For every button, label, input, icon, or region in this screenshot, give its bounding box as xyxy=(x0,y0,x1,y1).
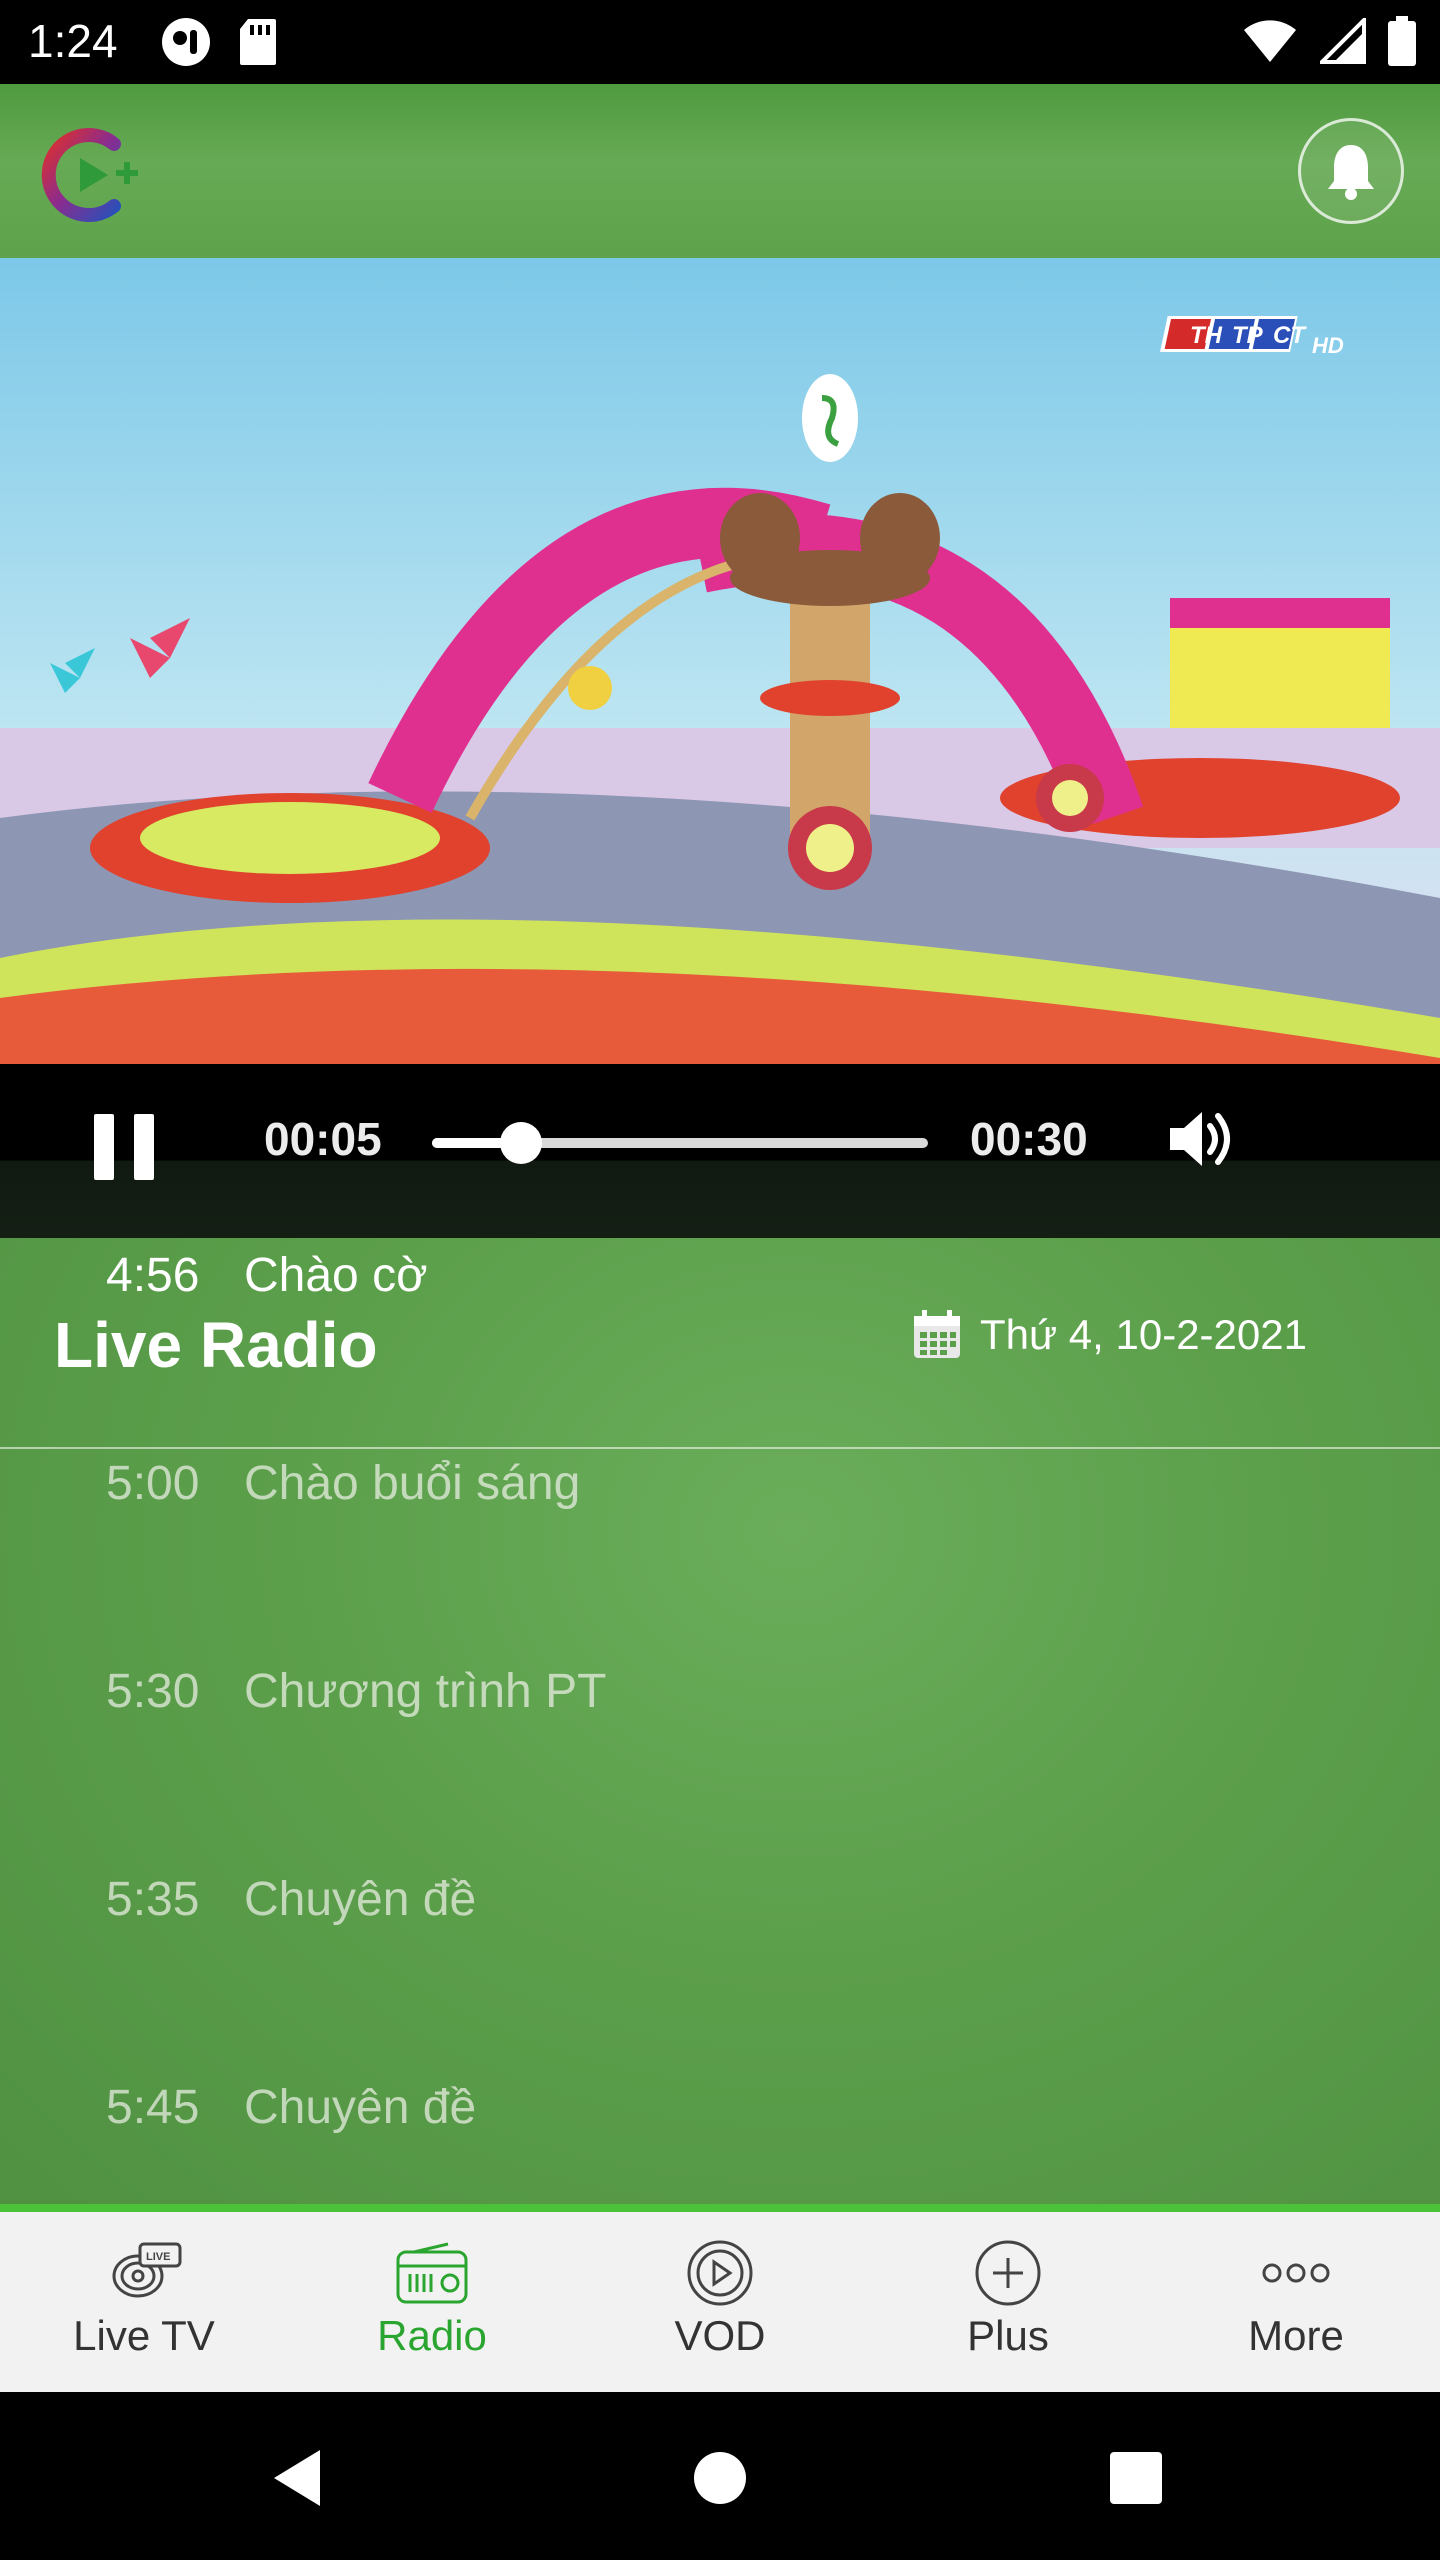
nav-item-plus[interactable]: Plus xyxy=(864,2212,1152,2392)
schedule-item-current[interactable]: 4:56 Chào cờ xyxy=(106,1248,428,1303)
pause-button[interactable] xyxy=(94,1114,158,1188)
plus-circle-icon xyxy=(975,2240,1041,2306)
schedule-item[interactable]: 5:00 Chào buổi sáng xyxy=(106,1456,580,1511)
status-bar: 1:24 xyxy=(0,0,1440,84)
battery-icon xyxy=(1388,16,1416,66)
video-player[interactable]: TH TP CT HD xyxy=(0,258,1440,1064)
nav-item-vod[interactable]: VOD xyxy=(576,2212,864,2392)
live-tv-icon: LIVE xyxy=(112,2242,182,2298)
svg-text:TP: TP xyxy=(1232,322,1264,349)
signal-icon xyxy=(1320,18,1366,64)
nav-label: VOD xyxy=(674,2312,766,2359)
svg-text:HD: HD xyxy=(1312,333,1344,358)
app-header xyxy=(0,84,1440,258)
player-controls: 00:05 00:30 xyxy=(0,1064,1440,1238)
date-text: Thứ 4, 10-2-2021 xyxy=(980,1311,1307,1358)
page-title: Live Radio xyxy=(54,1309,378,1381)
seekbar[interactable] xyxy=(432,1122,928,1164)
nav-label: More xyxy=(1248,2312,1344,2359)
bell-icon xyxy=(1328,145,1374,200)
schedule-item[interactable]: 5:30 Chương trình PT xyxy=(106,1664,606,1719)
notification-app-icon xyxy=(162,18,210,66)
recents-icon[interactable] xyxy=(1104,2446,1168,2510)
current-time: 00:05 xyxy=(264,1113,382,1165)
schedule-item[interactable]: 5:35 Chuyên đề xyxy=(106,1872,476,1927)
radio-icon xyxy=(396,2242,468,2304)
seekbar-thumb[interactable] xyxy=(500,1122,543,1164)
status-time: 1:24 xyxy=(28,15,118,67)
nav-label: Live TV xyxy=(73,2312,215,2359)
nav-item-more[interactable]: More xyxy=(1152,2212,1440,2392)
nav-label: Radio xyxy=(377,2312,487,2359)
app-logo[interactable] xyxy=(34,120,144,230)
nav-item-live-tv[interactable]: LIVE Live TV xyxy=(0,2212,288,2392)
play-circle-icon xyxy=(687,2240,753,2306)
svg-text:LIVE: LIVE xyxy=(146,2251,170,2263)
bottom-navigation: LIVE Live TV Radio VOD Plus More xyxy=(0,2212,1440,2392)
system-navigation-bar xyxy=(0,2392,1440,2560)
more-icon xyxy=(1262,2263,1330,2283)
video-frame: TH TP CT HD xyxy=(0,258,1440,1064)
sd-card-icon xyxy=(240,19,276,65)
notification-button[interactable] xyxy=(1298,118,1404,224)
date-selector[interactable]: Thứ 4, 10-2-2021 xyxy=(912,1310,1307,1360)
radio-schedule-panel: 4:56 Chào cờ Live Radio Thứ 4, 10-2-2021 … xyxy=(0,1238,1440,2212)
wifi-icon xyxy=(1244,20,1296,62)
divider xyxy=(0,1447,1440,1449)
back-icon[interactable] xyxy=(268,2446,332,2510)
schedule-item[interactable]: 5:45 Chuyên đề xyxy=(106,2080,476,2135)
volume-icon[interactable] xyxy=(1164,1102,1238,1176)
calendar-icon xyxy=(914,1310,960,1358)
nav-accent-line xyxy=(0,2204,1440,2212)
total-time: 00:30 xyxy=(970,1113,1088,1165)
nav-label: Plus xyxy=(967,2312,1049,2359)
svg-text:CT: CT xyxy=(1273,322,1307,349)
home-icon[interactable] xyxy=(688,2446,752,2510)
svg-text:TH: TH xyxy=(1190,322,1223,349)
nav-item-radio[interactable]: Radio xyxy=(288,2212,576,2392)
